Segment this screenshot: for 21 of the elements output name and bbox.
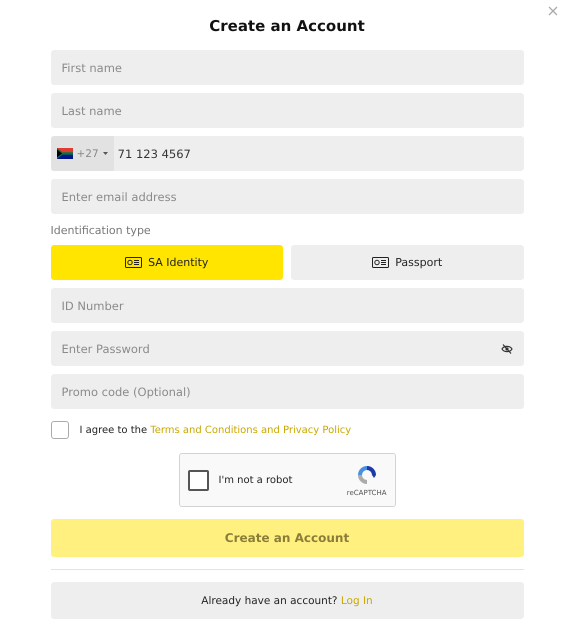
identification-option[interactable]: Passport (291, 245, 524, 280)
name-field[interactable]: Last name (50, 93, 524, 128)
identification-option[interactable]: SA Identity (50, 245, 283, 280)
captcha-checkbox[interactable] (188, 470, 208, 490)
id-number-field[interactable]: ID Number (50, 288, 524, 323)
terms-text: I agree to the Terms and Conditions and Privacy Policy (80, 424, 352, 436)
identification-label: Identification type (50, 224, 152, 237)
phone-field[interactable]: +27 71 123 4567 (50, 136, 524, 171)
dialog-title: Create an Account (209, 17, 365, 35)
caret-icon (102, 152, 108, 155)
name-field[interactable]: First name (50, 50, 524, 85)
promo-code-field[interactable]: Promo code (Optional) (50, 374, 524, 409)
email-field[interactable]: Enter email address (50, 179, 524, 214)
terms-checkbox[interactable] (50, 421, 68, 439)
eye-slash-icon[interactable] (500, 344, 512, 354)
captcha-label: I'm not a robot (218, 474, 294, 486)
id-card-icon (372, 257, 390, 268)
login-text: Already have an account? Log In (201, 594, 373, 606)
flag-icon (56, 148, 72, 159)
id-card-icon (125, 257, 142, 268)
phone-input[interactable]: 71 123 4567 (114, 136, 524, 171)
